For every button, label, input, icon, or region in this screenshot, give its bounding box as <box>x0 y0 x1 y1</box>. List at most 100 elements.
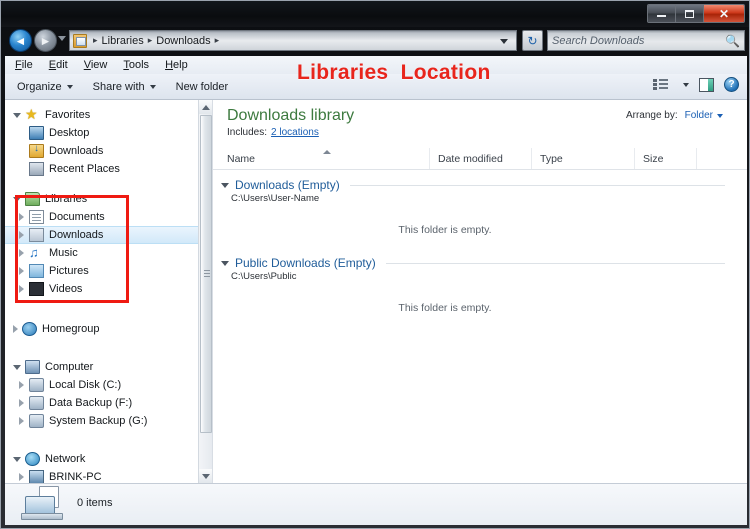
help-icon[interactable]: ? <box>724 77 739 92</box>
sidebar-item-system-backup[interactable]: System Backup (G:) <box>5 412 212 430</box>
arrange-by-control[interactable]: Arrange by: Folder <box>626 110 723 121</box>
menu-help[interactable]: Help <box>165 59 188 71</box>
sidebar-group-homegroup[interactable]: Homegroup <box>5 320 212 338</box>
sidebar-group-network[interactable]: Network <box>5 450 212 468</box>
expander-icon[interactable] <box>19 473 24 481</box>
column-header-size[interactable]: Size <box>634 148 696 169</box>
sidebar-item-pictures[interactable]: Pictures <box>5 262 212 280</box>
history-dropdown-icon[interactable] <box>58 36 66 41</box>
column-header-name[interactable]: Name <box>213 148 429 169</box>
share-with-button[interactable]: Share with <box>93 81 156 93</box>
pictures-library-icon <box>29 264 44 278</box>
group-header[interactable]: Public Downloads (Empty) <box>213 256 747 270</box>
close-button[interactable]: ✕ <box>704 5 744 22</box>
menu-view-label: iew <box>90 59 108 71</box>
menu-edit[interactable]: Edit <box>49 59 68 71</box>
column-header-type[interactable]: Type <box>531 148 634 169</box>
breadcrumb-item-downloads[interactable]: Downloads <box>155 35 211 47</box>
breadcrumb[interactable]: ▸ Libraries ▸ Downloads ▸ <box>69 30 517 51</box>
search-input[interactable]: Search Downloads 🔍 <box>547 30 745 51</box>
menu-help-accel: H <box>165 59 174 71</box>
sidebar-item-local-disk[interactable]: Local Disk (C:) <box>5 376 212 394</box>
explorer-body: ★ Favorites Desktop Downloads Recent Pla… <box>5 100 747 483</box>
expander-icon[interactable] <box>19 249 24 257</box>
sidebar-item-desktop[interactable]: Desktop <box>5 124 212 142</box>
expander-icon[interactable] <box>13 364 21 370</box>
expander-icon[interactable] <box>19 285 24 293</box>
breadcrumb-item-libraries[interactable]: Libraries <box>101 35 145 47</box>
search-placeholder: Search Downloads <box>552 34 645 47</box>
sidebar-group-computer[interactable]: Computer <box>5 358 212 376</box>
empty-message-public-downloads: This folder is empty. <box>398 302 492 314</box>
empty-message-downloads: This folder is empty. <box>398 224 492 236</box>
status-bar: 0 items <box>5 483 747 525</box>
expander-icon[interactable] <box>19 267 24 275</box>
menu-tools[interactable]: Tools <box>123 59 149 71</box>
chevron-down-icon[interactable] <box>500 39 508 44</box>
column-label-name: Name <box>227 152 256 165</box>
group-path-public-downloads: C:\Users\Public <box>231 271 297 282</box>
scrollbar-thumb[interactable] <box>200 115 212 433</box>
views-chevron-down-icon[interactable] <box>683 82 689 87</box>
expander-icon[interactable] <box>19 417 24 425</box>
drive-icon <box>29 396 44 410</box>
chevron-down-icon <box>66 84 73 89</box>
back-icon: ◄ <box>14 33 27 48</box>
expander-icon[interactable] <box>221 260 229 266</box>
sidebar-label-data-backup: Data Backup (F:) <box>49 397 133 409</box>
preview-pane-icon[interactable] <box>699 77 714 92</box>
back-button[interactable]: ◄ <box>9 29 32 52</box>
navigation-tree: ★ Favorites Desktop Downloads Recent Pla… <box>5 100 212 483</box>
expander-icon[interactable] <box>13 456 21 462</box>
sidebar-item-downloads-favorite[interactable]: Downloads <box>5 142 212 160</box>
expander-icon[interactable] <box>19 231 24 239</box>
forward-button[interactable]: ► <box>34 29 57 52</box>
refresh-button[interactable]: ↻ <box>522 30 543 51</box>
expander-icon[interactable] <box>19 381 24 389</box>
share-with-label: Share with <box>92 80 145 93</box>
sidebar-label-brink-pc: BRINK-PC <box>49 471 102 483</box>
sidebar-item-downloads-library[interactable]: Downloads <box>5 226 212 244</box>
minimize-button[interactable] <box>648 5 676 22</box>
menu-file[interactable]: File <box>15 59 33 71</box>
expander-icon[interactable] <box>13 112 21 118</box>
includes-label: Includes: <box>227 127 268 138</box>
documents-library-icon <box>29 210 44 224</box>
local-disk-icon <box>29 378 44 392</box>
column-label-size: Size <box>643 152 664 165</box>
menu-view[interactable]: View <box>84 59 108 71</box>
scroll-down-button[interactable] <box>199 469 212 483</box>
explorer-window: ✕ ◄ ► ▸ Libraries ▸ Downloads ▸ ↻ Search… <box>0 0 750 529</box>
maximize-button[interactable] <box>676 5 704 22</box>
sidebar-item-videos[interactable]: Videos <box>5 280 212 298</box>
sidebar-item-brink-pc[interactable]: BRINK-PC <box>5 468 212 483</box>
group-header[interactable]: Downloads (Empty) <box>213 178 747 192</box>
expander-icon[interactable] <box>13 325 18 333</box>
sidebar-item-music[interactable]: ♫ Music <box>5 244 212 262</box>
new-folder-button[interactable]: New folder <box>176 81 229 93</box>
organize-button[interactable]: Organize <box>17 81 73 93</box>
sidebar-item-data-backup[interactable]: Data Backup (F:) <box>5 394 212 412</box>
scroll-up-button[interactable] <box>199 100 212 114</box>
sidebar-label-local-disk: Local Disk (C:) <box>49 379 122 391</box>
column-header-date-modified[interactable]: Date modified <box>429 148 531 169</box>
expander-icon[interactable] <box>19 213 24 221</box>
navigation-scrollbar[interactable] <box>198 100 212 483</box>
locations-link[interactable]: 2 locations <box>271 127 319 138</box>
music-library-icon: ♫ <box>29 245 39 260</box>
views-icon[interactable] <box>653 78 668 91</box>
arrange-by-value: Folder <box>684 110 713 121</box>
sidebar-group-favorites[interactable]: ★ Favorites <box>5 106 212 124</box>
videos-library-icon <box>29 282 44 296</box>
sidebar-item-recent-places[interactable]: Recent Places <box>5 160 212 178</box>
menu-edit-accel: E <box>48 59 57 71</box>
arrange-by-label: Arrange by: <box>625 110 678 121</box>
sidebar-item-documents[interactable]: Documents <box>5 208 212 226</box>
column-label-type: Type <box>540 152 563 165</box>
sidebar-group-libraries[interactable]: Libraries <box>5 190 212 208</box>
expander-icon[interactable] <box>221 182 229 188</box>
recent-places-icon <box>29 162 44 176</box>
expander-icon[interactable] <box>13 196 21 202</box>
expander-icon[interactable] <box>19 399 24 407</box>
annotation-libraries-location: Libraries Location <box>297 61 491 84</box>
